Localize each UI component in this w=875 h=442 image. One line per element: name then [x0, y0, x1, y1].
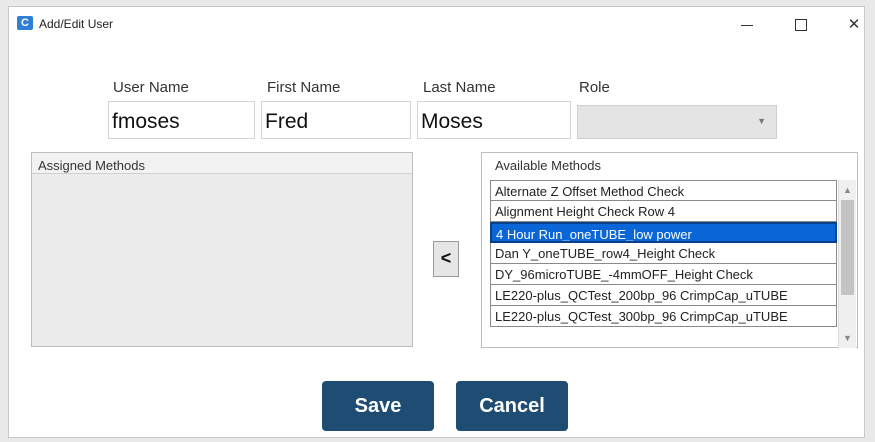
first-name-label: First Name	[267, 79, 341, 96]
user-name-field[interactable]: fmoses	[108, 101, 255, 139]
cancel-button[interactable]: Cancel	[456, 381, 568, 431]
available-methods-list[interactable]: Available Methods Alternate Z Offset Met…	[481, 152, 858, 348]
chevron-up-icon[interactable]: ▲	[839, 182, 856, 198]
add-edit-user-window: C Add/Edit User ✕ User Name fmoses First…	[8, 6, 865, 438]
available-methods-scrollbar[interactable]: ▲ ▼	[838, 180, 856, 348]
close-button[interactable]: ✕	[834, 13, 874, 37]
method-item[interactable]: LE220-plus_QCTest_200bp_96 CrimpCap_uTUB…	[490, 285, 837, 306]
first-name-field[interactable]: Fred	[261, 101, 411, 139]
method-item[interactable]: Alternate Z Offset Method Check	[490, 180, 837, 201]
method-item[interactable]: Dan Y_oneTUBE_row4_Height Check	[490, 243, 837, 264]
minimize-button[interactable]	[727, 13, 767, 37]
scrollbar-thumb[interactable]	[841, 200, 854, 295]
window-title: Add/Edit User	[39, 17, 114, 31]
role-label: Role	[579, 79, 610, 96]
maximize-button[interactable]	[780, 13, 820, 37]
minimize-icon	[741, 25, 753, 26]
title-bar: C Add/Edit User ✕	[9, 7, 864, 43]
app-logo-icon: C	[17, 16, 33, 30]
chevron-down-icon[interactable]: ▼	[839, 330, 856, 346]
move-to-assigned-button[interactable]: <	[433, 241, 459, 277]
maximize-icon	[795, 19, 807, 31]
chevron-down-icon: ▼	[757, 116, 766, 126]
role-dropdown[interactable]: ▼	[577, 105, 777, 139]
method-item[interactable]: DY_96microTUBE_-4mmOFF_Height Check	[490, 264, 837, 285]
assigned-methods-list[interactable]: Assigned Methods	[31, 152, 413, 347]
method-item-selected[interactable]: 4 Hour Run_oneTUBE_low power	[490, 222, 837, 243]
close-icon: ✕	[847, 16, 861, 33]
save-button[interactable]: Save	[322, 381, 434, 431]
method-item[interactable]: LE220-plus_QCTest_300bp_96 CrimpCap_uTUB…	[490, 306, 837, 327]
method-item[interactable]: Alignment Height Check Row 4	[490, 201, 837, 222]
user-name-label: User Name	[113, 79, 189, 96]
assigned-methods-header: Assigned Methods	[32, 153, 412, 174]
last-name-label: Last Name	[423, 79, 496, 96]
last-name-field[interactable]: Moses	[417, 101, 571, 139]
available-methods-header: Available Methods	[490, 153, 857, 174]
